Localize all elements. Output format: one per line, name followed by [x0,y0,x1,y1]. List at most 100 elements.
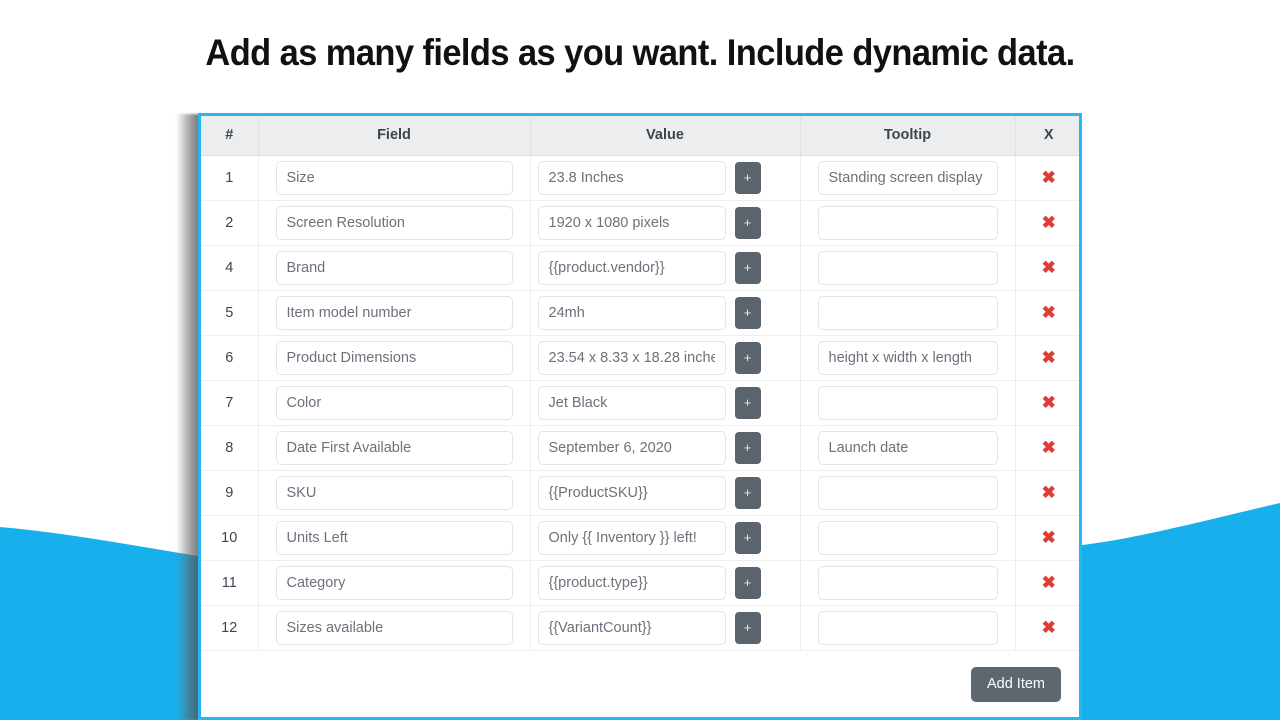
field-cell [258,515,530,560]
delete-row-x-icon-button[interactable]: ✖ [1016,213,1083,232]
insert-variable-plus-icon-button[interactable]: + [735,162,761,194]
value-cell: + [530,380,800,425]
tooltip-cell [800,470,1015,515]
field-name-input[interactable] [276,161,513,195]
row-number-cell: 11 [201,560,258,605]
row-number-cell: 7 [201,380,258,425]
tooltip-input[interactable] [818,251,998,285]
tooltip-cell [800,425,1015,470]
insert-variable-plus-icon-button[interactable]: + [735,252,761,284]
slide-canvas: Add as many fields as you want. Include … [0,0,1280,720]
field-cell [258,245,530,290]
field-name-input[interactable] [276,431,513,465]
field-name-input[interactable] [276,521,513,555]
tooltip-cell [800,605,1015,650]
remove-cell: ✖ [1015,380,1082,425]
row-number: 10 [201,530,258,546]
field-cell [258,470,530,515]
fields-card: # Field Value Tooltip X 1+✖2+✖4+✖5+✖6+✖7… [198,113,1082,720]
insert-variable-plus-icon-button[interactable]: + [735,567,761,599]
field-name-input[interactable] [276,251,513,285]
insert-variable-plus-icon-button[interactable]: + [735,207,761,239]
delete-row-x-icon-button[interactable]: ✖ [1016,168,1083,187]
tooltip-input[interactable] [818,521,998,555]
delete-row-x-icon-button[interactable]: ✖ [1016,303,1083,322]
fields-table-body: 1+✖2+✖4+✖5+✖6+✖7+✖8+✖9+✖10+✖11+✖12+✖ [201,155,1082,650]
column-header-field: Field [258,116,530,155]
delete-row-x-icon-button[interactable]: ✖ [1016,348,1083,367]
delete-row-x-icon-button[interactable]: ✖ [1016,258,1083,277]
insert-variable-plus-icon-button[interactable]: + [735,612,761,644]
value-cell: + [530,425,800,470]
tooltip-input[interactable] [818,161,998,195]
table-row: 2 + ✖ [201,200,1082,245]
field-cell [258,290,530,335]
value-cell: + [530,605,800,650]
insert-variable-plus-icon-button[interactable]: + [735,387,761,419]
table-row: 9 + ✖ [201,470,1082,515]
tooltip-cell [800,245,1015,290]
tooltip-input[interactable] [818,431,998,465]
delete-row-x-icon-button[interactable]: ✖ [1016,618,1083,637]
field-value-input[interactable] [538,161,726,195]
tooltip-input[interactable] [818,611,998,645]
table-row: 10 + ✖ [201,515,1082,560]
field-name-input[interactable] [276,611,513,645]
remove-cell: ✖ [1015,290,1082,335]
row-number: 7 [201,395,258,411]
field-value-input[interactable] [538,611,726,645]
row-number: 11 [201,575,258,591]
insert-variable-plus-icon-button[interactable]: + [735,342,761,374]
delete-row-x-icon-button[interactable]: ✖ [1016,573,1083,592]
remove-cell: ✖ [1015,470,1082,515]
tooltip-cell [800,515,1015,560]
insert-variable-plus-icon-button[interactable]: + [735,297,761,329]
field-value-input[interactable] [538,431,726,465]
field-value-input[interactable] [538,341,726,375]
table-row: 8 + ✖ [201,425,1082,470]
remove-cell: ✖ [1015,560,1082,605]
field-name-input[interactable] [276,386,513,420]
row-number: 8 [201,440,258,456]
field-name-input[interactable] [276,341,513,375]
tooltip-input[interactable] [818,566,998,600]
wave-left-shape [0,527,198,720]
field-value-input[interactable] [538,476,726,510]
tooltip-cell [800,155,1015,200]
field-value-input[interactable] [538,521,726,555]
row-number: 9 [201,485,258,501]
field-value-input[interactable] [538,566,726,600]
field-value-input[interactable] [538,386,726,420]
field-value-input[interactable] [538,296,726,330]
field-name-input[interactable] [276,566,513,600]
tooltip-input[interactable] [818,476,998,510]
card-footer: Add Item [201,651,1079,720]
row-number-cell: 4 [201,245,258,290]
field-cell [258,380,530,425]
field-name-input[interactable] [276,206,513,240]
delete-row-x-icon-button[interactable]: ✖ [1016,483,1083,502]
delete-row-x-icon-button[interactable]: ✖ [1016,393,1083,412]
add-item-button[interactable]: Add Item [971,667,1061,703]
column-header-number: # [201,116,258,155]
field-value-input[interactable] [538,206,726,240]
fields-table: # Field Value Tooltip X 1+✖2+✖4+✖5+✖6+✖7… [201,116,1082,651]
row-number-cell: 9 [201,470,258,515]
delete-row-x-icon-button[interactable]: ✖ [1016,528,1083,547]
field-value-input[interactable] [538,251,726,285]
row-number: 2 [201,215,258,231]
row-number-cell: 10 [201,515,258,560]
insert-variable-plus-icon-button[interactable]: + [735,432,761,464]
tooltip-input[interactable] [818,386,998,420]
remove-cell: ✖ [1015,155,1082,200]
table-row: 7 + ✖ [201,380,1082,425]
field-name-input[interactable] [276,296,513,330]
field-name-input[interactable] [276,476,513,510]
value-cell: + [530,335,800,380]
insert-variable-plus-icon-button[interactable]: + [735,522,761,554]
tooltip-input[interactable] [818,341,998,375]
tooltip-input[interactable] [818,296,998,330]
insert-variable-plus-icon-button[interactable]: + [735,477,761,509]
tooltip-input[interactable] [818,206,998,240]
delete-row-x-icon-button[interactable]: ✖ [1016,438,1083,457]
